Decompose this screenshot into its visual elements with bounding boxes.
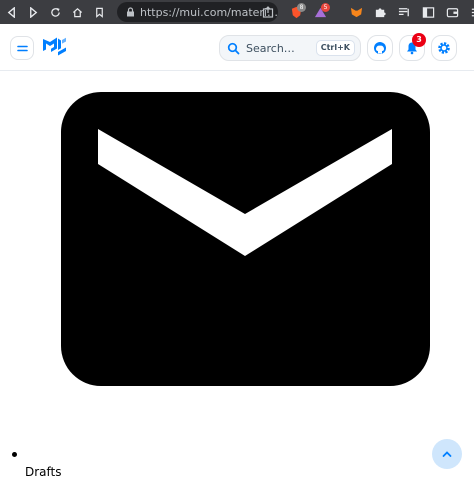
gear-icon xyxy=(438,42,450,54)
share-icon[interactable] xyxy=(262,6,274,18)
puzzle-icon xyxy=(375,7,386,17)
chevron-up-icon xyxy=(442,451,452,457)
bookmark-icon xyxy=(95,7,103,18)
playlist-icon xyxy=(398,7,409,16)
reading-list-button[interactable] xyxy=(392,0,416,24)
toolbar-separator xyxy=(332,0,344,24)
address-bar[interactable]: https://mui.com/materi… xyxy=(117,2,278,22)
back-button[interactable] xyxy=(0,0,22,24)
lock-icon xyxy=(127,7,134,17)
rewards-badge: 5 xyxy=(321,3,330,12)
fox-icon xyxy=(350,7,362,17)
wallet-button[interactable] xyxy=(440,0,464,24)
mail-icon xyxy=(61,92,430,386)
forward-icon xyxy=(29,6,37,18)
hamburger-icon xyxy=(471,8,474,16)
search-button[interactable]: Search… Ctrl+K xyxy=(219,35,361,61)
drawer-menu-button[interactable] xyxy=(10,36,34,60)
browser-toolbar: https://mui.com/materi… 8 5 xyxy=(0,0,474,24)
search-placeholder: Search… xyxy=(246,41,295,55)
reload-button[interactable] xyxy=(44,0,66,24)
settings-button[interactable] xyxy=(431,35,457,61)
back-icon xyxy=(7,6,15,18)
url-text: https://mui.com/materi… xyxy=(140,5,278,19)
shields-badge: 8 xyxy=(297,3,306,12)
forward-button[interactable] xyxy=(22,0,44,24)
notifications-badge: 3 xyxy=(412,33,426,47)
wallet-icon xyxy=(446,7,458,17)
brave-shields-button[interactable]: 8 xyxy=(284,0,308,24)
mui-logo-icon[interactable] xyxy=(42,36,68,58)
extensions-button[interactable] xyxy=(368,0,392,24)
reload-icon xyxy=(50,7,60,17)
search-shortcut-hint: Ctrl+K xyxy=(315,40,355,56)
github-button[interactable] xyxy=(367,35,393,61)
app-header: Search… Ctrl+K 3 xyxy=(0,24,474,71)
metamask-button[interactable] xyxy=(344,0,368,24)
search-icon xyxy=(227,42,240,54)
brave-rewards-button[interactable]: 5 xyxy=(308,0,332,24)
github-icon xyxy=(374,42,386,54)
extensions-area: 8 5 xyxy=(284,0,474,24)
scroll-to-top-button[interactable] xyxy=(432,439,462,469)
sidebar-button[interactable] xyxy=(416,0,440,24)
menu-icon xyxy=(16,45,28,51)
home-icon xyxy=(72,7,82,17)
sidebar-icon xyxy=(422,6,434,18)
home-button[interactable] xyxy=(66,0,88,24)
list-bullet xyxy=(12,452,17,457)
browser-menu-button[interactable] xyxy=(464,0,474,24)
bookmark-button[interactable] xyxy=(88,0,110,24)
list-item-label: Drafts xyxy=(25,465,62,479)
